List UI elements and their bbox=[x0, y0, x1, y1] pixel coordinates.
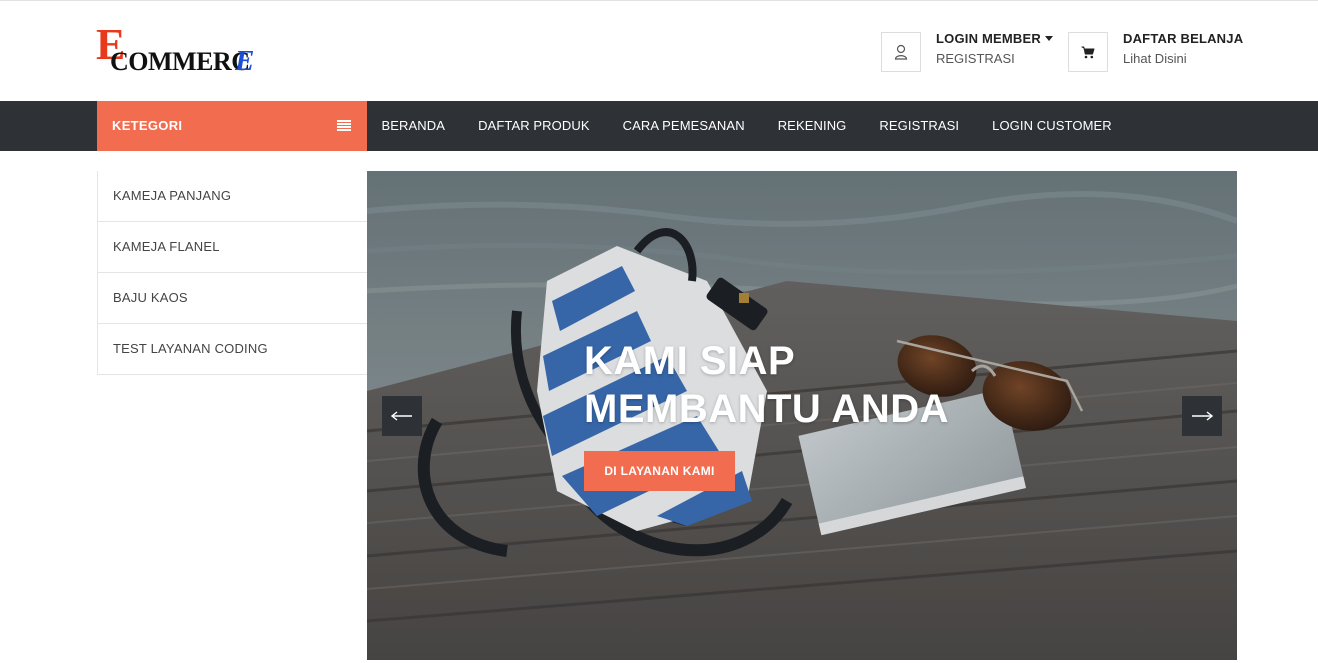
nav-links: BERANDA DAFTAR PRODUK CARA PEMESANAN REK… bbox=[365, 101, 1128, 151]
category-item[interactable]: KAMEJA FLANEL bbox=[98, 222, 367, 273]
slider-prev-button[interactable] bbox=[382, 396, 422, 436]
login-member-menu[interactable]: LOGIN MEMBER REGISTRASI bbox=[936, 31, 1053, 67]
arrow-left-icon bbox=[391, 411, 412, 421]
hero-cta-button[interactable]: DI LAYANAN KAMI bbox=[584, 451, 735, 491]
logo[interactable]: E COMMERC E bbox=[96, 23, 266, 81]
category-item[interactable]: KAMEJA PANJANG bbox=[98, 171, 367, 222]
category-item[interactable]: TEST LAYANAN CODING bbox=[98, 324, 367, 375]
login-member-label[interactable]: LOGIN MEMBER bbox=[936, 31, 1041, 46]
login-member-button[interactable] bbox=[881, 32, 921, 72]
nav-link-registrasi[interactable]: REGISTRASI bbox=[863, 101, 976, 151]
hero-slider: KAMI SIAP MEMBANTU ANDA DI LAYANAN KAMI bbox=[367, 171, 1237, 660]
cart-menu[interactable]: DAFTAR BELANJA Lihat Disini bbox=[1123, 31, 1243, 67]
cart-view-link[interactable]: Lihat Disini bbox=[1123, 51, 1243, 67]
caret-down-icon[interactable] bbox=[1044, 36, 1053, 41]
menu-icon[interactable] bbox=[337, 120, 351, 131]
registrasi-link[interactable]: REGISTRASI bbox=[936, 51, 1053, 67]
slider-next-button[interactable] bbox=[1182, 396, 1222, 436]
cart-title[interactable]: DAFTAR BELANJA bbox=[1123, 31, 1243, 47]
cart-button[interactable] bbox=[1068, 32, 1108, 72]
nav-link-rekening[interactable]: REKENING bbox=[761, 101, 863, 151]
user-icon bbox=[894, 44, 908, 60]
category-list: KAMEJA PANJANG KAMEJA FLANEL BAJU KAOS T… bbox=[97, 171, 367, 375]
category-item[interactable]: BAJU KAOS bbox=[98, 273, 367, 324]
hero-headline-line-1: KAMI SIAP bbox=[584, 339, 796, 383]
nav-link-daftar-produk[interactable]: DAFTAR PRODUK bbox=[462, 101, 607, 151]
logo-wordmark: COMMERC bbox=[110, 47, 250, 76]
hero-headline-line-2: MEMBANTU ANDA bbox=[584, 387, 949, 431]
header: E COMMERC E LOGIN MEMBER REGISTRASI DAFT… bbox=[0, 1, 1318, 101]
category-label: KETEGORI bbox=[112, 118, 183, 133]
cart-icon bbox=[1081, 46, 1095, 58]
category-toggle[interactable]: KETEGORI bbox=[97, 101, 367, 151]
logo-letter-e-blue: E bbox=[235, 45, 255, 77]
nav-link-beranda[interactable]: BERANDA bbox=[365, 101, 462, 151]
hero-headline: KAMI SIAP MEMBANTU ANDA bbox=[584, 337, 949, 433]
nav-link-cara-pemesanan[interactable]: CARA PEMESANAN bbox=[606, 101, 761, 151]
arrow-right-icon bbox=[1192, 411, 1213, 421]
nav-link-login-customer[interactable]: LOGIN CUSTOMER bbox=[976, 101, 1129, 151]
main-navbar: KETEGORI BERANDA DAFTAR PRODUK CARA PEME… bbox=[0, 101, 1318, 151]
